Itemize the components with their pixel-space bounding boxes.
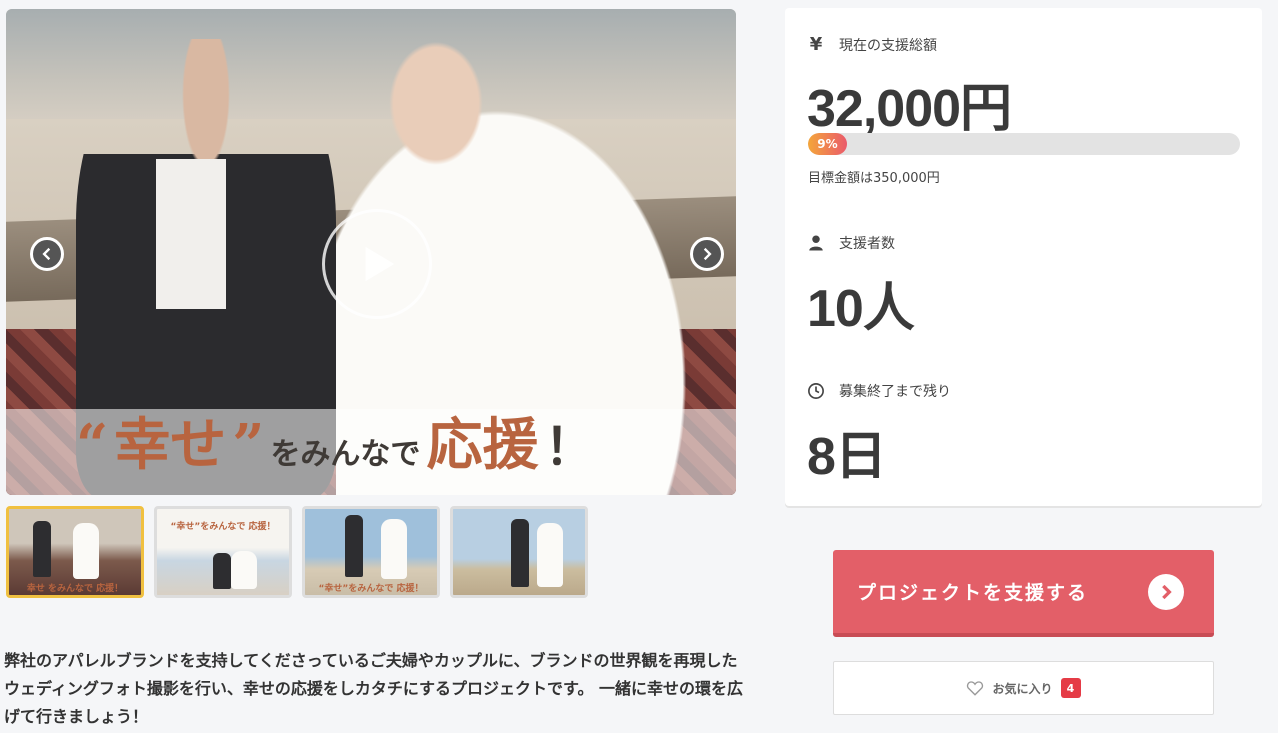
backers-label: 支援者数 <box>839 236 895 252</box>
amount-label-row: ¥ 現在の支援総額 <box>807 34 937 55</box>
caption-quote-close: ” <box>232 412 265 478</box>
photo-groom-shirt <box>156 159 226 309</box>
slider-next-button[interactable] <box>690 237 724 271</box>
amount-label: 現在の支援総額 <box>839 37 937 54</box>
thumbnail-figure <box>381 519 407 579</box>
amount-value: 32,000円 <box>807 80 1012 138</box>
slider-prev-button[interactable] <box>30 237 64 271</box>
play-icon <box>365 246 395 282</box>
play-video-button[interactable] <box>322 209 432 319</box>
thumbnail-caption: 幸せ をみんなで 応援！ <box>26 584 124 594</box>
thumbnail-4[interactable] <box>450 506 588 598</box>
support-project-button[interactable]: プロジェクトを支援する <box>833 550 1214 637</box>
chevron-right-icon <box>703 247 712 261</box>
caption-highlight: 応援 <box>426 412 539 478</box>
thumbnail-figure <box>213 553 231 589</box>
thumbnail-figure <box>33 521 51 577</box>
clock-icon <box>808 383 824 399</box>
person-icon <box>809 235 823 251</box>
funding-stats-card: ¥ 現在の支援総額 32,000円 9% 目標金額は350,000円 支援者数 … <box>785 8 1262 506</box>
chevron-left-icon <box>42 247 51 261</box>
caption-middle: をみんなで <box>270 437 421 472</box>
remaining-value: 8日 <box>807 428 887 486</box>
thumbnail-strip: 幸せ をみんなで 応援！ “幸せ”をみんなで 応援！ “幸せ”をみんなで 応援！ <box>6 506 588 598</box>
main-image-slider[interactable]: “ 幸せ ” をみんなで 応援 ！ <box>6 9 736 495</box>
chevron-right-icon <box>1162 584 1172 599</box>
funding-progress-bar: 9% <box>808 133 1240 155</box>
backers-label-row: 支援者数 <box>807 233 895 253</box>
heart-icon <box>967 681 984 696</box>
thumbnail-figure <box>537 523 563 587</box>
thumbnail-figure <box>231 551 257 589</box>
thumbnail-3[interactable]: “幸せ”をみんなで 応援！ <box>302 506 440 598</box>
remaining-label-row: 募集終了まで残り <box>807 381 951 401</box>
favorite-label: お気に入り <box>992 681 1053 696</box>
thumbnail-2[interactable]: “幸せ”をみんなで 応援！ <box>154 506 292 598</box>
caption-keyword: 幸せ <box>114 412 227 478</box>
favorite-count-badge: 4 <box>1060 678 1081 698</box>
support-button-label: プロジェクトを支援する <box>857 582 1089 604</box>
thumbnail-1[interactable]: 幸せ をみんなで 応援！ <box>6 506 144 598</box>
thumbnail-figure <box>73 523 99 579</box>
progress-fill: 9% <box>808 133 847 155</box>
project-description: 弊社のアパレルブランドを支持してくださっているご夫婦やカップルに、ブランドの世界… <box>4 651 744 726</box>
remaining-label: 募集終了まで残り <box>839 384 951 400</box>
thumbnail-figure <box>511 519 529 587</box>
arrow-circle-icon <box>1148 573 1184 610</box>
caption-quote-open: “ <box>76 412 109 478</box>
thumbnail-figure <box>345 515 363 577</box>
hero-caption: “ 幸せ ” をみんなで 応援 ！ <box>76 417 594 495</box>
thumbnail-caption: “幸せ”をみんなで 応援！ <box>318 584 424 594</box>
caption-end: ！ <box>544 417 595 476</box>
favorite-button[interactable]: お気に入り 4 <box>833 661 1214 715</box>
goal-amount: 目標金額は350,000円 <box>808 171 940 186</box>
backers-value: 10人 <box>807 280 915 338</box>
thumbnail-caption: “幸せ”をみんなで 応援！ <box>170 522 276 532</box>
yen-icon: ¥ <box>809 34 823 55</box>
